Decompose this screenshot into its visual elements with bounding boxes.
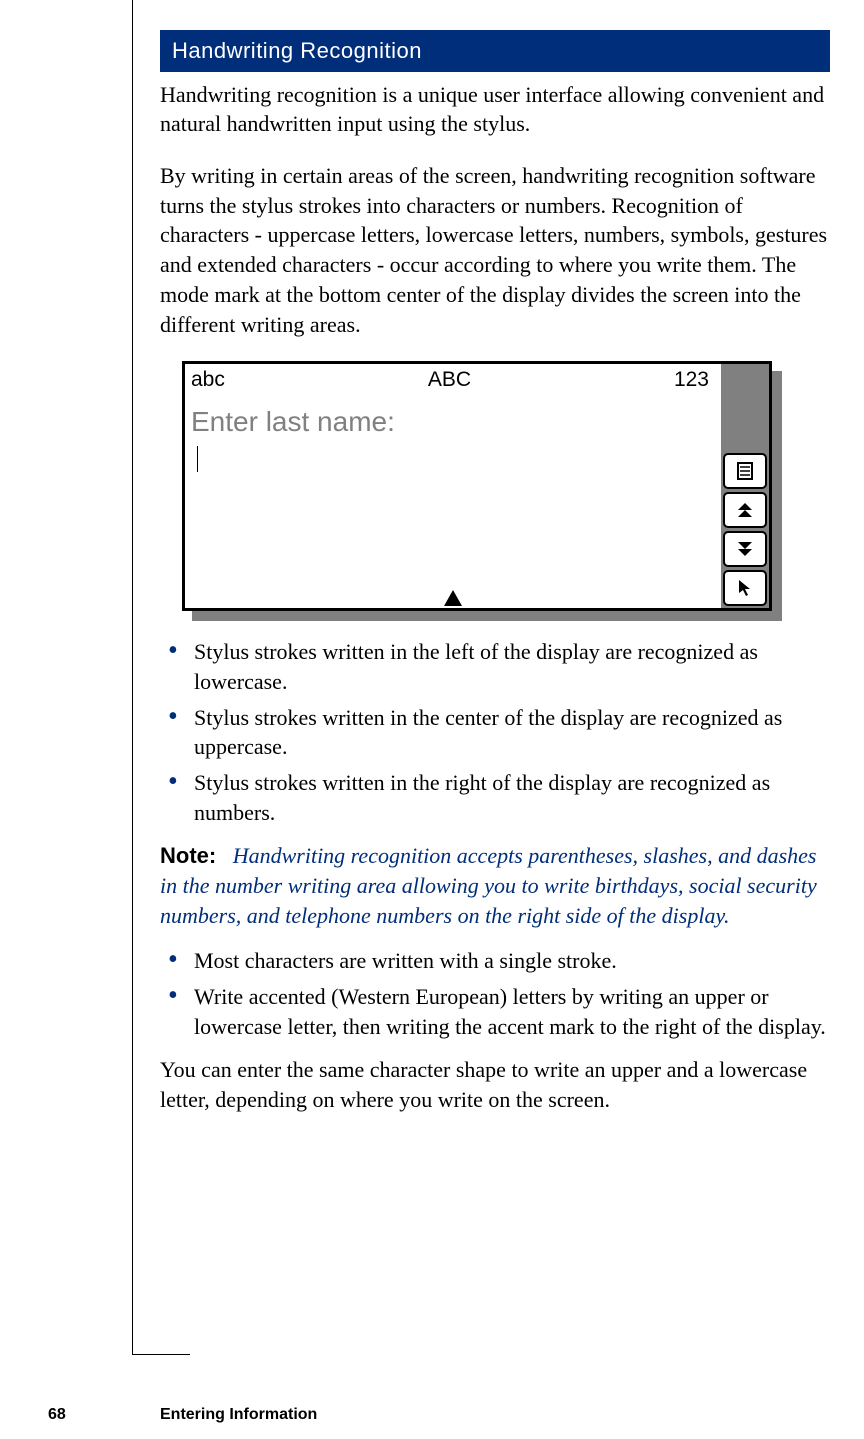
page-bottom-rule: [132, 1354, 190, 1355]
menu-icon: [735, 461, 755, 481]
writing-area: abc ABC 123 Enter last name:: [185, 364, 721, 608]
scroll-up-button[interactable]: [723, 492, 767, 528]
mode-label-uppercase: ABC: [428, 366, 471, 394]
mode-mark-icon: [444, 590, 462, 606]
pointer-button[interactable]: [723, 570, 767, 606]
page-left-rule: [132, 0, 133, 1355]
pointer-icon: [735, 578, 755, 598]
list-item: Stylus strokes written in the right of t…: [160, 768, 830, 827]
page-number: 68: [48, 1404, 66, 1426]
list-item: Stylus strokes written in the left of th…: [160, 637, 830, 696]
scroll-down-icon: [735, 539, 755, 559]
section-heading: Handwriting Recognition: [160, 30, 830, 72]
scroll-up-icon: [735, 500, 755, 520]
closing-paragraph: You can enter the same character shape t…: [160, 1055, 830, 1114]
intro-paragraph-2: By writing in certain areas of the scree…: [160, 161, 830, 339]
scroll-down-button[interactable]: [723, 531, 767, 567]
note-block: Note: Handwriting recognition accepts pa…: [160, 841, 830, 930]
text-cursor: [197, 446, 198, 472]
note-label: Note:: [160, 843, 216, 868]
input-prompt: Enter last name:: [191, 406, 395, 437]
note-body: Handwriting recognition accepts parenthe…: [160, 843, 817, 927]
bullet-list-1: Stylus strokes written in the left of th…: [160, 637, 830, 827]
chapter-title: Entering Information: [160, 1404, 317, 1426]
mode-label-numbers: 123: [674, 366, 709, 394]
bullet-list-2: Most characters are written with a singl…: [160, 946, 830, 1041]
list-item: Write accented (Western European) letter…: [160, 982, 830, 1041]
main-content: Handwriting Recognition Handwriting reco…: [160, 30, 830, 1125]
list-item: Stylus strokes written in the center of …: [160, 703, 830, 762]
list-item: Most characters are written with a singl…: [160, 946, 830, 976]
side-toolbar: [721, 364, 769, 608]
intro-paragraph-1: Handwriting recognition is a unique user…: [160, 80, 830, 139]
mode-label-lowercase: abc: [191, 366, 225, 394]
menu-button[interactable]: [723, 453, 767, 489]
handwriting-figure: abc ABC 123 Enter last name:: [182, 361, 830, 611]
